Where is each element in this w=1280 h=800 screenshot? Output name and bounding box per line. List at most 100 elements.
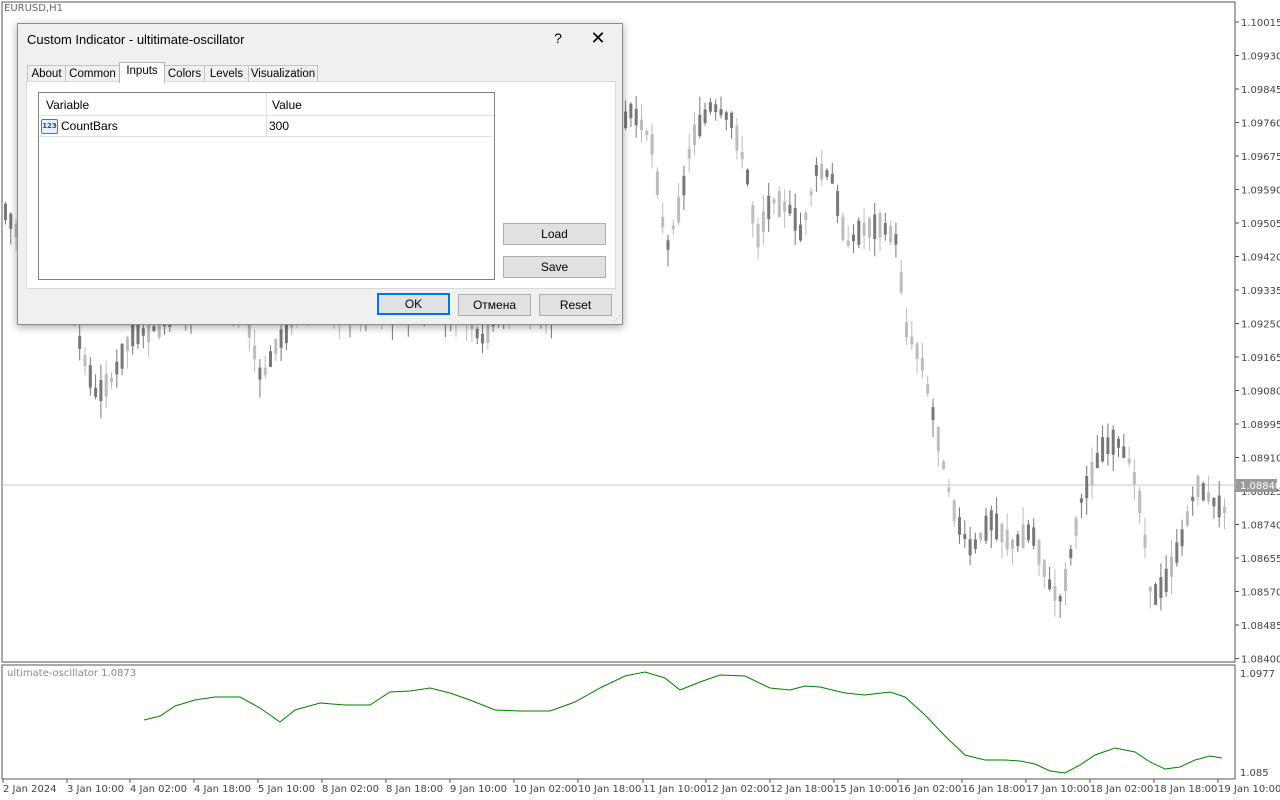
time-axis-label: 2 Jan 2024 — [3, 784, 57, 795]
candle-body — [253, 345, 257, 360]
candle-body — [1191, 496, 1195, 502]
price-axis-label: 1.09930 — [1241, 52, 1280, 63]
candle-body — [788, 204, 792, 214]
indicator-window[interactable] — [1, 664, 1236, 780]
cancel-button[interactable]: Отмена — [458, 294, 531, 316]
candle-body — [841, 216, 845, 240]
candle-body — [9, 213, 13, 229]
candle-body — [1042, 559, 1046, 578]
dialog-title: Custom Indicator - ultitimate-oscillator — [27, 32, 245, 47]
time-axis-label: 17 Jan 10:00 — [1026, 784, 1089, 795]
candle-body — [783, 201, 787, 212]
price-axis-label: 1.08655 — [1241, 554, 1280, 565]
load-button[interactable]: Load — [503, 223, 606, 245]
table-row[interactable]: 123 CountBars 300 — [39, 116, 494, 137]
tab-colors[interactable]: Colors — [164, 65, 205, 82]
resize-grip-icon[interactable]: ⋰ — [613, 314, 621, 323]
candle-body — [661, 216, 665, 228]
candle-body — [894, 234, 898, 245]
candle-body — [708, 102, 712, 112]
candle-body — [698, 114, 702, 137]
tab-visualization[interactable]: Visualization — [248, 65, 318, 82]
candle-body — [899, 272, 903, 293]
candle-body — [793, 207, 797, 231]
candle-body — [624, 111, 628, 129]
candle-body — [867, 218, 871, 238]
candle-body — [655, 171, 659, 196]
candle-body — [889, 225, 893, 243]
indicator-scale-top: 1.0977 — [1240, 669, 1275, 680]
price-axis-label: 1.08910 — [1241, 454, 1280, 465]
price-tag-text: 1.08840 — [1240, 481, 1280, 492]
candle-body — [131, 323, 135, 347]
header-variable[interactable]: Variable — [46, 98, 89, 112]
candle-body — [825, 170, 829, 177]
candle-body — [1000, 523, 1004, 543]
candle-body — [862, 222, 866, 236]
candle-body — [814, 165, 818, 176]
candle-body — [1069, 548, 1073, 559]
candle-body — [936, 426, 940, 452]
candle-body — [1032, 527, 1036, 546]
candle-body — [629, 103, 633, 119]
candle-body — [703, 109, 707, 124]
candle-body — [740, 152, 744, 160]
close-icon[interactable]: ✕ — [588, 28, 608, 48]
candle-body — [804, 212, 808, 221]
candle-body — [1090, 461, 1094, 486]
candle-body — [952, 500, 956, 522]
candle-body — [1170, 556, 1173, 577]
candle-body — [687, 148, 691, 160]
price-axis-label: 1.09760 — [1241, 119, 1280, 130]
candle-body — [258, 367, 262, 380]
candle-body — [1138, 490, 1142, 514]
candle-body — [1148, 586, 1152, 592]
price-axis-label: 1.08570 — [1241, 588, 1280, 599]
save-button[interactable]: Save — [503, 256, 606, 278]
integer-param-icon: 123 — [41, 119, 58, 134]
candle-body — [777, 191, 781, 217]
candle-body — [910, 336, 914, 345]
candle-body — [1175, 542, 1179, 563]
candle-body — [979, 532, 983, 540]
time-axis-label: 12 Jan 02:00 — [706, 784, 769, 795]
candle-body — [78, 335, 82, 349]
candle-body — [1016, 534, 1020, 547]
price-axis-label: 1.08995 — [1241, 420, 1280, 431]
tab-about[interactable]: About — [27, 65, 66, 82]
candle-body — [857, 220, 861, 245]
help-button[interactable]: ? — [549, 30, 567, 46]
price-axis-label: 1.09165 — [1241, 353, 1280, 364]
candle-body — [1111, 429, 1115, 455]
time-axis-label: 19 Jan 10:00 — [1218, 784, 1280, 795]
candle-body — [836, 191, 840, 216]
param-value[interactable]: 300 — [269, 119, 289, 133]
price-axis-label: 1.08740 — [1241, 521, 1280, 532]
candle-body — [1011, 539, 1014, 549]
time-axis-label: 10 Jan 18:00 — [578, 784, 641, 795]
parameters-table[interactable]: Variable Value 123 CountBars 300 — [38, 92, 495, 280]
candle-body — [958, 517, 961, 535]
candle-body — [274, 338, 278, 355]
candle-body — [83, 354, 87, 367]
candle-body — [141, 328, 145, 336]
tab-levels[interactable]: Levels — [204, 65, 249, 82]
candle-body — [1127, 458, 1131, 464]
candle-body — [1143, 534, 1147, 549]
tab-common[interactable]: Common — [65, 65, 120, 82]
time-axis-label: 18 Jan 02:00 — [1090, 784, 1153, 795]
header-value[interactable]: Value — [272, 98, 302, 112]
candle-body — [1207, 492, 1211, 502]
candle-body — [1159, 576, 1163, 598]
reset-button[interactable]: Reset — [539, 294, 612, 316]
candle-body — [671, 225, 675, 230]
candle-body — [136, 322, 140, 345]
tab-inputs[interactable]: Inputs — [119, 62, 165, 83]
candle-body — [1074, 518, 1078, 536]
candle-body — [761, 211, 765, 232]
candle-body — [730, 112, 734, 128]
candle-body — [968, 539, 972, 556]
ok-button[interactable]: OK — [377, 293, 450, 315]
candle-body — [1005, 529, 1009, 550]
candle-body — [751, 204, 755, 224]
